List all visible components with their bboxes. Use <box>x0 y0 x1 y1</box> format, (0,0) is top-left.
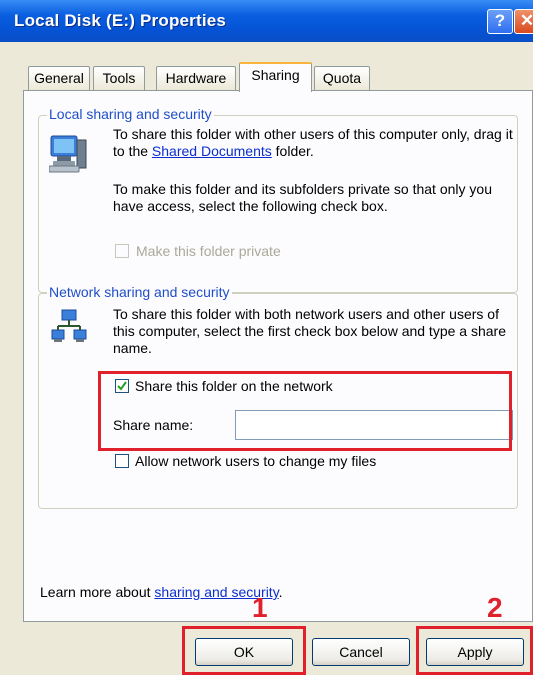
local-sharing-group: Local sharing and security To share this… <box>38 106 518 293</box>
window-title: Local Disk (E:) Properties <box>14 11 227 30</box>
sharing-tab-panel: Local sharing and security To share this… <box>23 90 533 622</box>
computer-icon <box>49 135 87 173</box>
network-sharing-group-label: Network sharing and security <box>47 284 232 300</box>
shared-documents-link[interactable]: Shared Documents <box>152 143 272 159</box>
ok-highlight <box>182 626 306 675</box>
help-button[interactable]: ? <box>487 9 513 34</box>
close-button[interactable]: ✕ <box>514 9 533 34</box>
tab-tools[interactable]: Tools <box>93 66 145 90</box>
tab-general[interactable]: General <box>28 66 90 90</box>
tab-hardware[interactable]: Hardware <box>156 66 236 90</box>
apply-highlight <box>416 626 533 675</box>
private-folder-description: To make this folder and its subfolders p… <box>113 181 492 214</box>
local-para-text-end: folder. <box>271 143 314 159</box>
share-options-highlight <box>98 371 512 451</box>
network-icon <box>51 309 87 342</box>
tab-quota[interactable]: Quota <box>314 66 370 90</box>
tab-strip: General Tools Hardware Sharing Quota <box>0 62 533 92</box>
properties-dialog: Local Disk (E:) Properties ? ✕ General T… <box>0 0 533 675</box>
learn-more-prefix: Learn more about <box>40 584 155 600</box>
local-sharing-description: To share this folder with other users of… <box>113 126 513 160</box>
step-2-annotation: 2 <box>487 592 503 623</box>
network-sharing-description: To share this folder with both network u… <box>113 306 506 356</box>
allow-change-files-checkbox[interactable] <box>115 454 129 468</box>
help-icon: ? <box>494 11 506 30</box>
step-1-annotation: 1 <box>252 592 268 623</box>
cancel-button[interactable]: Cancel <box>312 638 410 666</box>
local-sharing-group-label: Local sharing and security <box>47 106 214 122</box>
learn-more-suffix: . <box>278 584 283 600</box>
tab-sharing[interactable]: Sharing <box>239 62 312 92</box>
close-icon: ✕ <box>519 11 533 30</box>
make-private-label: Make this folder private <box>136 243 281 259</box>
allow-change-files-label: Allow network users to change my files <box>135 453 377 469</box>
learn-more-text: Learn more about sharing and security. <box>40 584 283 601</box>
title-bar[interactable]: Local Disk (E:) Properties ? ✕ <box>0 0 533 42</box>
make-private-checkbox[interactable] <box>115 244 129 258</box>
